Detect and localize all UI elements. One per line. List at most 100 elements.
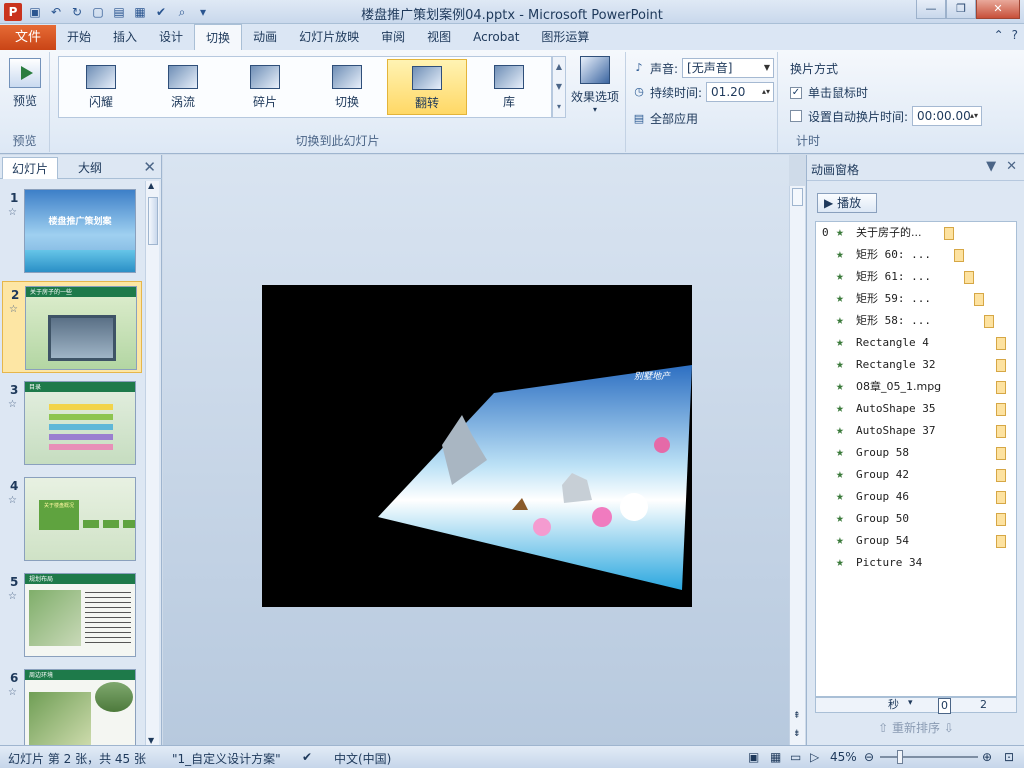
close-icon[interactable]: ✕	[143, 158, 156, 176]
duration-stepper[interactable]: 01.20 ▴▾	[706, 82, 775, 102]
transition-vortex[interactable]: 涡流	[143, 59, 223, 115]
list-item[interactable]: ★ Group 58	[816, 442, 1016, 464]
slide-thumbnail[interactable]: 1 ☆ 楼盘推广策划案	[2, 185, 142, 277]
list-item[interactable]: ★ Picture 34	[816, 552, 1016, 574]
tab-acrobat[interactable]: Acrobat	[462, 24, 530, 50]
slide-thumbnail[interactable]: 4 ☆ 关于楼盘概况	[2, 473, 142, 565]
timing-bar[interactable]	[996, 381, 1006, 394]
close-icon[interactable]: ✕	[1006, 159, 1017, 174]
timing-bar[interactable]	[964, 271, 974, 284]
list-item[interactable]: ★ Rectangle 4	[816, 332, 1016, 354]
tab-design[interactable]: 设计	[148, 24, 194, 50]
tab-file[interactable]: 文件	[0, 25, 56, 50]
theme-name[interactable]: "1_自定义设计方案"	[172, 750, 281, 767]
timing-bar[interactable]	[974, 293, 984, 306]
pane-options-icon[interactable]: ▼	[986, 159, 996, 174]
effect-options-button[interactable]: 效果选项 ▾	[568, 56, 622, 114]
timing-bar[interactable]	[996, 403, 1006, 416]
list-item[interactable]: ★ Group 54	[816, 530, 1016, 552]
chevron-down-icon[interactable]: ▾	[908, 698, 913, 708]
tab-shape-operations[interactable]: 图形运算	[530, 24, 600, 50]
transition-gallery-item[interactable]: 库	[469, 59, 549, 115]
scroll-up-icon[interactable]: ▲	[148, 181, 154, 190]
auto-advance-checkbox[interactable]	[790, 110, 802, 122]
list-item[interactable]: ★ AutoShape 37	[816, 420, 1016, 442]
tab-view[interactable]: 视图	[416, 24, 462, 50]
on-click-checkbox[interactable]: ✓ 单击鼠标时	[790, 84, 868, 101]
timing-bar[interactable]	[996, 337, 1006, 350]
transition-shine[interactable]: 闪耀	[61, 59, 141, 115]
language-indicator[interactable]: 中文(中国)	[334, 750, 391, 767]
timing-bar[interactable]	[996, 513, 1006, 526]
slide-canvas[interactable]: 别墅地产	[262, 285, 692, 607]
tab-home[interactable]: 开始	[56, 24, 102, 50]
spell-check-icon[interactable]: ✔	[302, 750, 312, 764]
minimize-ribbon-icon[interactable]: ⌃	[994, 28, 1004, 42]
fit-to-window-icon[interactable]: ⊡	[1004, 750, 1014, 764]
timing-bar[interactable]	[996, 535, 1006, 548]
play-button[interactable]: ▶ 播放	[817, 193, 877, 213]
transition-shred[interactable]: 碎片	[225, 59, 305, 115]
list-item[interactable]: ★ 矩形 60: ...	[816, 244, 1016, 266]
list-item[interactable]: ★ 矩形 58: ...	[816, 310, 1016, 332]
minimize-button[interactable]: —	[916, 0, 946, 19]
slide-sorter-icon[interactable]: ▦	[770, 750, 781, 764]
reading-view-icon[interactable]: ▭	[790, 750, 801, 764]
zoom-in-icon[interactable]: ⊕	[982, 750, 992, 764]
move-down-icon[interactable]: ⇩	[944, 721, 954, 735]
list-item[interactable]: ★ Rectangle 32	[816, 354, 1016, 376]
tab-review[interactable]: 审阅	[370, 24, 416, 50]
timing-bar[interactable]	[996, 491, 1006, 504]
transition-flip[interactable]: 翻转	[387, 59, 467, 115]
normal-view-icon[interactable]: ▣	[748, 750, 759, 764]
scroll-thumb[interactable]	[148, 197, 158, 245]
tab-animations[interactable]: 动画	[242, 24, 288, 50]
slides-scrollbar[interactable]: ▲ ▼	[145, 181, 159, 745]
list-item[interactable]: 0 ★ 关于房子的...	[816, 222, 1016, 244]
tab-transitions[interactable]: 切换	[194, 24, 243, 51]
transition-switch[interactable]: 切换	[307, 59, 387, 115]
timing-bar[interactable]	[996, 425, 1006, 438]
help-icon[interactable]: ?	[1012, 28, 1018, 42]
list-item[interactable]: ★ Group 50	[816, 508, 1016, 530]
slide-thumbnail[interactable]: 6 ☆ 周边环境	[2, 665, 142, 745]
zoom-level[interactable]: 45%	[830, 750, 857, 764]
tab-slides[interactable]: 幻灯片	[2, 157, 58, 179]
slide-thumbnail[interactable]: 5 ☆ 规划布局	[2, 569, 142, 661]
timing-bar[interactable]	[996, 359, 1006, 372]
gallery-scroll[interactable]: ▲ ▼ ▾	[552, 56, 566, 118]
list-item[interactable]: ★ AutoShape 35	[816, 398, 1016, 420]
slide-thumbnail[interactable]: 2 ☆ 关于房子的一些	[2, 281, 142, 373]
zoom-out-icon[interactable]: ⊖	[864, 750, 874, 764]
animation-timeline[interactable]: 秒 ▾ 0 2	[815, 697, 1017, 714]
slide-thumbnail[interactable]: 3 ☆ 目录	[2, 377, 142, 469]
zoom-slider[interactable]	[880, 756, 978, 758]
next-slide-icon[interactable]: ⇟	[793, 729, 801, 739]
timing-bar[interactable]	[984, 315, 994, 328]
list-item[interactable]: ★ 矩形 59: ...	[816, 288, 1016, 310]
editor-scrollbar[interactable]: ⇞ ⇟	[789, 186, 805, 745]
apply-all-button[interactable]: ▤ 全部应用	[632, 110, 698, 127]
timing-bar[interactable]	[996, 447, 1006, 460]
restore-button[interactable]: ❐	[946, 0, 976, 19]
auto-advance-stepper[interactable]: 00:00.00 ▴▾	[912, 106, 983, 126]
preview-button[interactable]: 预览	[4, 58, 46, 109]
slideshow-view-icon[interactable]: ▷	[810, 750, 819, 764]
close-window-button[interactable]: ✕	[976, 0, 1020, 19]
scroll-down-icon[interactable]: ▼	[148, 736, 154, 745]
zoom-slider-handle[interactable]	[897, 750, 903, 764]
scroll-thumb[interactable]	[792, 188, 803, 206]
timing-bar[interactable]	[944, 227, 954, 240]
sound-select[interactable]: [无声音] ▼	[682, 58, 775, 78]
list-item[interactable]: ★ Group 46	[816, 486, 1016, 508]
previous-slide-icon[interactable]: ⇞	[793, 711, 801, 721]
tab-slideshow[interactable]: 幻灯片放映	[288, 24, 370, 50]
timing-bar[interactable]	[954, 249, 964, 262]
timing-bar[interactable]	[996, 469, 1006, 482]
list-item[interactable]: ★ 08章_05_1.mpg	[816, 376, 1016, 398]
list-item[interactable]: ★ 矩形 61: ...	[816, 266, 1016, 288]
move-up-icon[interactable]: ⇧	[878, 721, 888, 735]
list-item[interactable]: ★ Group 42	[816, 464, 1016, 486]
tab-outline[interactable]: 大纲	[62, 157, 118, 179]
tab-insert[interactable]: 插入	[102, 24, 148, 50]
